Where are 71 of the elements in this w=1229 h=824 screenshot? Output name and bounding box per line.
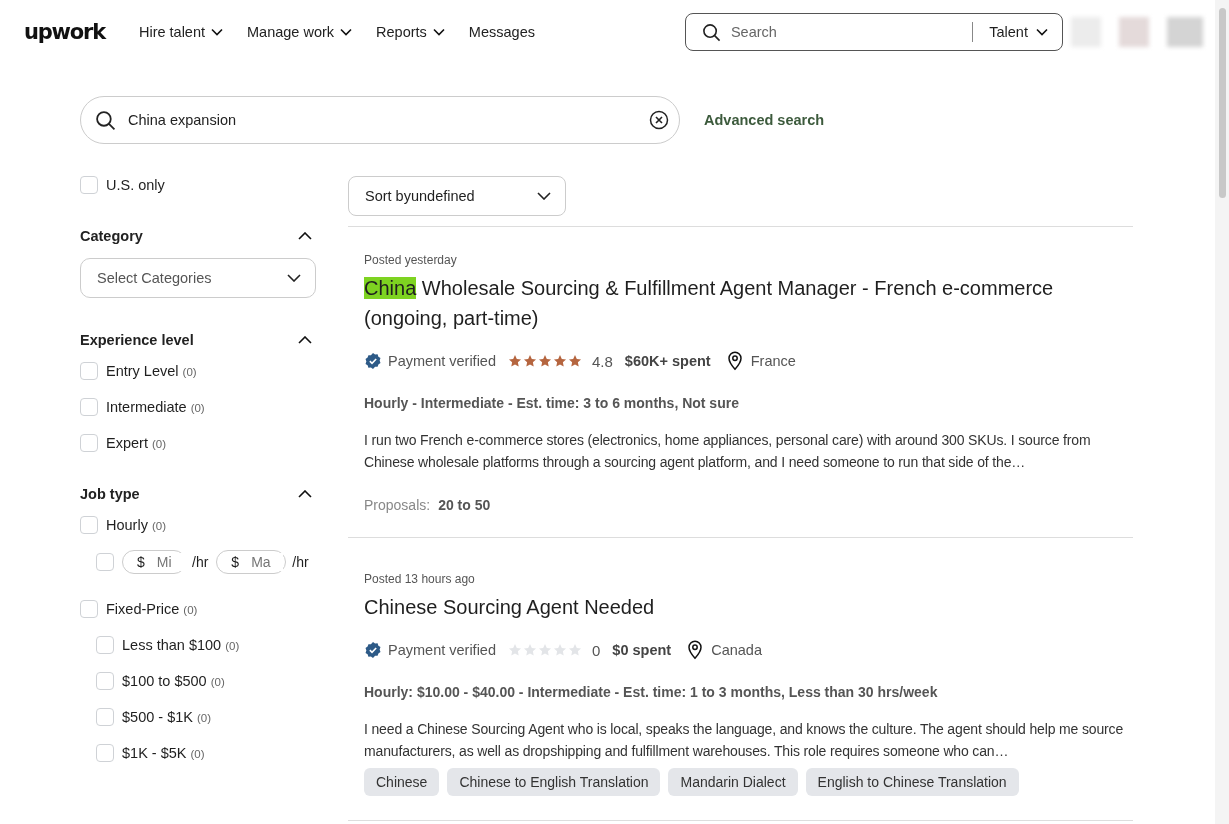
job-terms: Hourly - Intermediate - Est. time: 3 to 6 months, Not sure [364, 395, 740, 411]
checkbox[interactable] [96, 672, 114, 690]
category-select[interactable]: Select Categories [80, 258, 316, 298]
blurred-avatar [1118, 17, 1149, 47]
checkbox-label: Hourly (0) [106, 517, 166, 533]
checkbox-label: Fixed-Price (0) [106, 601, 198, 617]
checkbox[interactable] [80, 398, 98, 416]
posted-time: Posted 13 hours ago [364, 572, 476, 586]
nav-link[interactable]: Messages [468, 24, 535, 40]
chevron-down-icon [1035, 28, 1048, 36]
job-title-link[interactable]: Chinese Sourcing Agent Needed [364, 592, 1084, 622]
job-description: I need a Chinese Sourcing Agent who is local, speaks the language, and knows the culture. The agent should help me source manufacturers, as well as dropshipping and fulfillment warehouses. This role requires someone who can… [364, 720, 1124, 761]
scrollbar-thumb[interactable] [1218, 8, 1226, 198]
amount-spent: $60K+ spent [624, 353, 711, 369]
checkbox-label: Expert (0) [106, 435, 166, 451]
skill-tag[interactable]: Mandarin Dialect [668, 768, 798, 796]
search-scope-dropdown[interactable]: Talent [989, 24, 1048, 40]
checkbox-label: Intermediate (0) [106, 399, 205, 415]
blurred-avatar [1166, 17, 1203, 47]
checkbox-label: $100 to $500 (0) [122, 673, 225, 689]
checkbox-label: Entry Level (0) [106, 363, 197, 379]
checkbox-label: $500 - $1K (0) [122, 709, 212, 725]
checkbox-label: $1K - $5K (0) [122, 745, 205, 761]
rating-value: 4.8 [592, 352, 613, 370]
sort-dropdown[interactable]: Sort byundefined [348, 176, 566, 216]
checkbox[interactable] [96, 636, 114, 654]
search-field[interactable]: Search Talent [684, 13, 1063, 51]
checkbox[interactable] [80, 176, 98, 194]
filter-heading: Job type [80, 486, 140, 502]
proposals-count: 20 to 50 [438, 497, 491, 513]
client-location: France [750, 353, 796, 369]
nav-link[interactable]: Hire talent [138, 24, 224, 40]
unit-label: /hr [192, 554, 209, 570]
skill-tag[interactable]: English to Chinese Translation [805, 768, 1019, 796]
search-icon [701, 22, 721, 42]
skill-tag[interactable]: Chinese to English Translation [447, 768, 661, 796]
nav-link[interactable]: Reports [376, 24, 445, 40]
chevron-down-icon [537, 192, 551, 200]
rating-value: 0 [592, 641, 601, 659]
amount-spent: $0 spent [612, 642, 672, 658]
clear-icon[interactable] [649, 110, 669, 130]
job-description: I run two French e-commerce stores (electronics, home appliances, personal care) with around 300 SKUs. I source from Chinese wholesale platforms through a sourcing agent platform, and I need someone to run that side of the… [364, 431, 1092, 472]
collapse-icon[interactable] [298, 336, 312, 344]
payment-status: Payment verified [388, 353, 496, 369]
filter-heading: Experience level [80, 332, 194, 348]
checkbox[interactable] [96, 553, 114, 571]
location-pin-icon [687, 640, 704, 660]
posted-time: Posted yesterday [364, 253, 458, 267]
location-pin-icon [726, 351, 743, 371]
checkbox-label: U.S. only [106, 177, 165, 193]
checkbox-label: Less than $100 (0) [122, 637, 240, 653]
checkbox[interactable] [96, 708, 114, 726]
chevron-down-icon [287, 274, 301, 282]
collapse-icon[interactable] [298, 490, 312, 498]
checkbox[interactable] [96, 744, 114, 762]
checkbox[interactable] [80, 434, 98, 452]
job-terms: Hourly: $10.00 - $40.00 - Intermediate - Est. time: 1 to 3 months, Less than 30 hrs/week [364, 684, 939, 700]
skill-tag[interactable]: Chinese [364, 768, 440, 796]
checkbox[interactable] [80, 362, 98, 380]
nav-link[interactable]: Manage work [247, 24, 353, 40]
logo[interactable]: upwork [24, 20, 105, 44]
payment-status: Payment verified [388, 642, 496, 658]
client-location: Canada [711, 642, 762, 658]
checkbox[interactable] [80, 516, 98, 534]
filter-heading: Category [80, 228, 143, 244]
checkbox[interactable] [80, 600, 98, 618]
search-icon [95, 109, 116, 131]
proposals-label: Proposals: [364, 497, 431, 513]
advanced-search-link[interactable]: Advanced search [704, 112, 825, 128]
unit-label: /hr [292, 554, 309, 570]
collapse-icon[interactable] [298, 232, 312, 240]
